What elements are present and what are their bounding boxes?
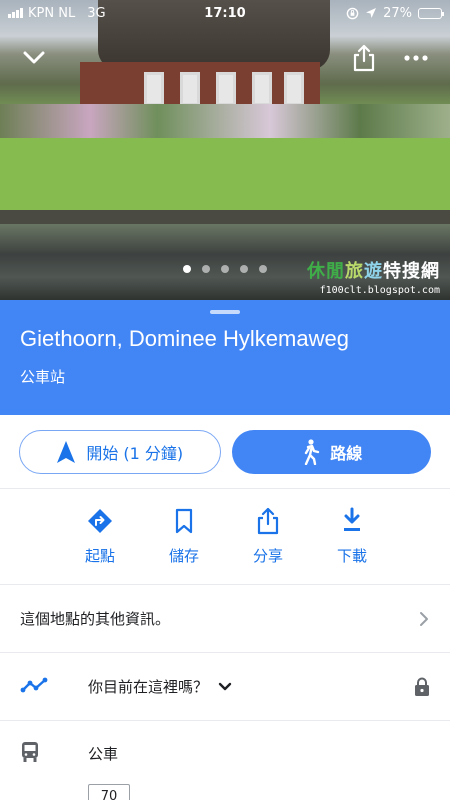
- photo-window: [216, 72, 236, 106]
- start-navigation-label: 開始 (1 分鐘): [86, 444, 184, 463]
- timeline-icon: [20, 677, 48, 692]
- directions-button[interactable]: 路線: [231, 430, 431, 474]
- more-info-row[interactable]: 這個地點的其他資訊。: [0, 585, 450, 653]
- orientation-lock-icon: [346, 7, 359, 19]
- photo-window: [252, 72, 272, 106]
- battery-percent: 27%: [383, 5, 412, 21]
- save-label: 儲存: [168, 547, 199, 565]
- route-badge[interactable]: 70: [88, 784, 130, 800]
- signal-strength-icon: [8, 8, 23, 18]
- quick-actions: 起點 儲存 分享 下載: [0, 489, 450, 585]
- share-icon: [257, 507, 279, 535]
- download-button[interactable]: 下載: [310, 489, 394, 584]
- share-icon: [353, 44, 375, 72]
- photo-hedge: [0, 104, 450, 142]
- more-options-button[interactable]: [398, 40, 434, 76]
- drag-handle[interactable]: [210, 310, 240, 314]
- navigation-arrow-icon: [57, 441, 76, 463]
- place-photo[interactable]: [0, 0, 450, 300]
- lock-icon: [415, 677, 429, 696]
- carrier-name: KPN NL: [28, 5, 76, 21]
- primary-actions: 開始 (1 分鐘) 路線: [0, 415, 450, 489]
- set-start-label: 起點: [84, 547, 115, 565]
- photo-pager-dot[interactable]: [259, 265, 267, 273]
- photo-lawn: [0, 138, 450, 214]
- download-icon: [344, 507, 360, 531]
- battery-icon: [418, 7, 444, 19]
- share-label: 分享: [252, 547, 283, 565]
- photo-window: [284, 72, 304, 106]
- walking-person-icon: [305, 439, 320, 465]
- share-photo-button[interactable]: [346, 40, 382, 76]
- bus-icon: [22, 742, 38, 762]
- chevron-down-icon: [218, 682, 232, 690]
- directions-icon: [88, 509, 112, 533]
- place-type: 公車站: [20, 368, 66, 386]
- network-type: 3G: [87, 5, 106, 21]
- location-arrow-icon: [366, 8, 377, 18]
- photo-pager-dot[interactable]: [202, 265, 210, 273]
- chevron-down-icon: [23, 51, 45, 64]
- download-label: 下載: [336, 547, 367, 565]
- directions-label: 路線: [330, 444, 363, 463]
- share-button[interactable]: 分享: [226, 489, 310, 584]
- watermark-url: f100clt.blogspot.com: [319, 285, 440, 296]
- photo-pager-dot[interactable]: [240, 265, 248, 273]
- place-header[interactable]: Giethoorn, Dominee Hylkemaweg 公車站: [0, 300, 450, 415]
- status-bar: KPN NL 3G 17:10 27%: [0, 0, 450, 26]
- transit-label: 公車: [88, 745, 119, 763]
- chevron-right-icon: [420, 611, 428, 626]
- photo-pager-dot[interactable]: [183, 265, 191, 273]
- collapse-button[interactable]: [16, 40, 52, 76]
- location-prompt-label: 你目前在這裡嗎？: [88, 678, 209, 696]
- photo-canal-edge: [0, 210, 450, 224]
- location-prompt-row[interactable]: 你目前在這裡嗎？: [0, 653, 450, 721]
- transit-row: 公車 70: [0, 721, 450, 800]
- watermark: 休閒旅遊特搜網 f100clt.blogspot.com: [307, 257, 440, 296]
- start-navigation-button[interactable]: 開始 (1 分鐘): [19, 430, 221, 474]
- save-button[interactable]: 儲存: [142, 489, 226, 584]
- set-start-button[interactable]: 起點: [58, 489, 142, 584]
- photo-pager-dot[interactable]: [221, 265, 229, 273]
- more-info-label: 這個地點的其他資訊。: [20, 610, 171, 628]
- watermark-title: 休閒旅遊特搜網: [307, 261, 440, 282]
- photo-window: [180, 72, 200, 106]
- bookmark-icon: [175, 508, 193, 534]
- more-horizontal-icon: [404, 55, 428, 61]
- photo-window: [144, 72, 164, 106]
- place-name: Giethoorn, Dominee Hylkemaweg: [20, 326, 349, 351]
